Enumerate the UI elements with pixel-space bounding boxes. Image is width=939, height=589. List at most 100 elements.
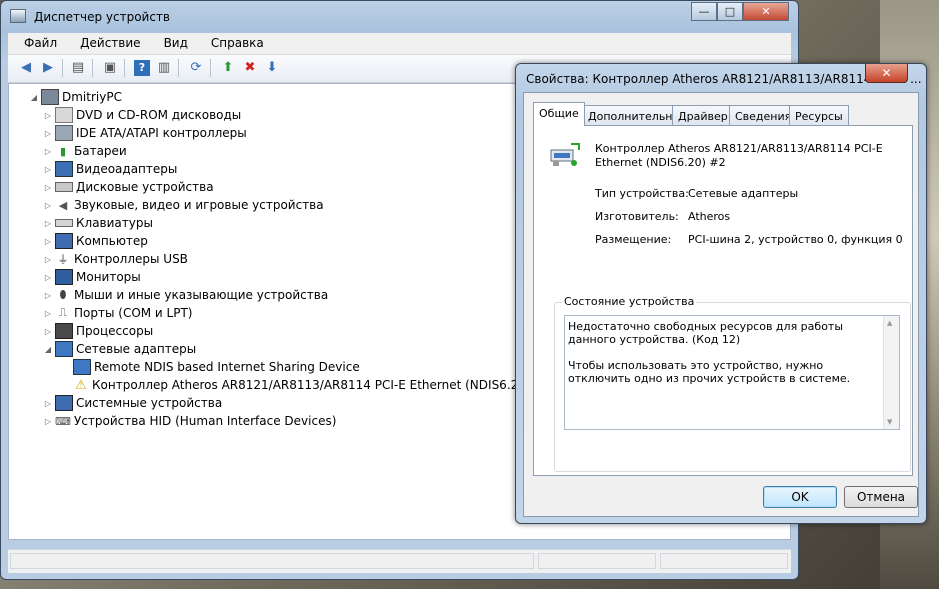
tree-item-disks[interactable]: ▷ Дисковые устройства: [43, 178, 214, 196]
tree-item-batteries[interactable]: ▷ ▮ Батареи: [43, 142, 127, 160]
tree-item-processors[interactable]: ▷ Процессоры: [43, 322, 153, 340]
expand-arrow-icon[interactable]: ▷: [43, 129, 53, 138]
computer-icon: [41, 89, 59, 105]
title-bar[interactable]: Диспетчер устройств — □ ✕: [1, 1, 798, 33]
tree-item-system[interactable]: ▷ Системные устройства: [43, 394, 222, 412]
tree-item-label: Видеоадаптеры: [76, 162, 178, 176]
tree-item-computer[interactable]: ▷ Компьютер: [43, 232, 148, 250]
expand-arrow-icon[interactable]: ▷: [43, 219, 53, 228]
tab-details[interactable]: Сведения: [729, 105, 798, 125]
scroll-down-icon[interactable]: ▼: [887, 418, 892, 426]
expand-arrow-icon[interactable]: ▷: [43, 273, 53, 282]
tree-item-mice[interactable]: ▷ ⬮ Мыши и иные указывающие устройства: [43, 286, 328, 304]
tree-item-video[interactable]: ▷ Видеоадаптеры: [43, 160, 177, 178]
device-status-textbox[interactable]: Недостаточно свободных ресурсов для рабо…: [564, 315, 900, 430]
expand-arrow-icon[interactable]: ▷: [43, 165, 53, 174]
expand-arrow-icon[interactable]: ▷: [43, 183, 53, 192]
expand-arrow-icon[interactable]: ▷: [43, 327, 53, 336]
scan-hardware-icon[interactable]: ⟳: [188, 60, 204, 76]
menu-view[interactable]: Вид: [148, 33, 195, 54]
expand-arrow-icon[interactable]: ▷: [43, 255, 53, 264]
expand-arrow-icon[interactable]: ▷: [43, 111, 53, 120]
collapse-arrow-icon[interactable]: ◢: [43, 345, 53, 354]
tree-item-hid[interactable]: ▷ ⌨ Устройства HID (Human Interface Devi…: [43, 412, 336, 430]
device-name: Контроллер Atheros AR8121/AR8113/AR8114 …: [595, 142, 883, 169]
tree-item-keyboards[interactable]: ▷ Клавиатуры: [43, 214, 153, 232]
disk-drive-icon: [55, 182, 73, 192]
tree-item-label: IDE ATA/ATAPI контроллеры: [76, 126, 247, 140]
tree-item-label: Клавиатуры: [76, 216, 153, 230]
monitor-icon: [55, 269, 73, 285]
tree-item-dvd[interactable]: ▷ DVD и CD-ROM дисководы: [43, 106, 241, 124]
expand-arrow-icon[interactable]: ▷: [43, 399, 53, 408]
tree-item-atheros[interactable]: ⚠ Контроллер Atheros AR8121/AR8113/AR811…: [71, 376, 552, 394]
status-bar: [8, 549, 791, 573]
device-type-value: Сетевые адаптеры: [688, 187, 799, 200]
minimize-button[interactable]: —: [691, 2, 717, 21]
status-scrollbar[interactable]: ▲ ▼: [883, 316, 899, 429]
menu-file[interactable]: Файл: [8, 33, 64, 54]
properties-icon[interactable]: ▣: [102, 60, 118, 76]
scroll-up-icon[interactable]: ▲: [887, 319, 892, 327]
location-label: Размещение:: [595, 233, 672, 246]
port-icon: ⎍: [59, 306, 67, 319]
tree-item-label: Системные устройства: [76, 396, 223, 410]
collapse-arrow-icon[interactable]: ◢: [29, 93, 39, 102]
expand-arrow-icon[interactable]: ▷: [43, 417, 53, 426]
tab-general[interactable]: Общие: [533, 102, 585, 126]
tab-driver[interactable]: Драйвер: [672, 105, 734, 125]
tab-advanced[interactable]: Дополнительно: [582, 105, 686, 125]
expand-arrow-icon[interactable]: ▷: [43, 237, 53, 246]
status-cell: [660, 553, 788, 569]
tree-item-usb[interactable]: ▷ ⏚ Контроллеры USB: [43, 250, 188, 268]
tab-resources[interactable]: Ресурсы: [789, 105, 849, 125]
maximize-button[interactable]: □: [717, 2, 743, 21]
speaker-icon: ◀: [58, 198, 68, 212]
hid-icon: ⌨: [55, 414, 71, 428]
network-adapter-icon: [73, 359, 91, 375]
cancel-button[interactable]: Отмена: [844, 486, 918, 508]
window-title: Диспетчер устройств: [34, 10, 171, 24]
toolbar-separator: [210, 59, 211, 77]
tree-item-label: Звуковые, видео и игровые устройства: [74, 198, 324, 212]
menu-bar: Файл Действие Вид Справка: [8, 33, 791, 55]
expand-arrow-icon[interactable]: ▷: [43, 147, 53, 156]
menu-help[interactable]: Справка: [195, 33, 271, 54]
tree-root[interactable]: ◢ DmitriyPC: [29, 88, 122, 106]
action-pane-icon[interactable]: ▥: [156, 60, 172, 76]
expand-arrow-icon[interactable]: ▷: [43, 309, 53, 318]
tree-item-label: Мыши и иные указывающие устройства: [74, 288, 329, 302]
mouse-icon: ⬮: [59, 288, 67, 301]
tree-item-label: Батареи: [74, 144, 127, 158]
expand-arrow-icon[interactable]: ▷: [43, 201, 53, 210]
back-arrow-icon[interactable]: ◀: [18, 60, 34, 76]
tree-item-network[interactable]: ◢ Сетевые адаптеры: [43, 340, 196, 358]
tree-item-rndis[interactable]: Remote NDIS based Internet Sharing Devic…: [71, 358, 360, 376]
tree-item-sound[interactable]: ▷ ◀ Звуковые, видео и игровые устройства: [43, 196, 324, 214]
close-button[interactable]: ✕: [743, 2, 789, 21]
dialog-body: Общие Дополнительно Драйвер Сведения Рес…: [523, 92, 919, 517]
tree-item-label: Процессоры: [76, 324, 154, 338]
ok-button[interactable]: OK: [763, 486, 837, 508]
update-driver-icon[interactable]: ⬆: [220, 60, 236, 76]
network-adapter-icon: [55, 341, 73, 357]
device-status-title: Состояние устройства: [562, 295, 697, 308]
tree-view-icon[interactable]: ▤: [70, 60, 86, 76]
tree-item-label: Сетевые адаптеры: [76, 342, 197, 356]
tree-item-ide[interactable]: ▷ IDE ATA/ATAPI контроллеры: [43, 124, 247, 142]
dialog-close-button[interactable]: ✕: [865, 64, 908, 83]
tree-item-ports[interactable]: ▷ ⎍ Порты (COM и LPT): [43, 304, 193, 322]
tree-item-monitors[interactable]: ▷ Мониторы: [43, 268, 141, 286]
expand-arrow-icon[interactable]: ▷: [43, 291, 53, 300]
ide-controller-icon: [55, 125, 73, 141]
tree-item-label: Мониторы: [76, 270, 141, 284]
device-status-text: Недостаточно свободных ресурсов для рабо…: [568, 320, 851, 385]
uninstall-icon[interactable]: ✖: [242, 60, 258, 76]
general-tab-panel: Контроллер Atheros AR8121/AR8113/AR8114 …: [533, 125, 913, 476]
menu-action[interactable]: Действие: [64, 33, 147, 54]
dialog-title: Свойства: Контроллер Atheros AR8121/AR81…: [526, 72, 922, 86]
disable-device-icon[interactable]: ⬇: [264, 60, 280, 76]
forward-arrow-icon[interactable]: ▶: [40, 60, 56, 76]
help-icon[interactable]: ?: [134, 60, 150, 76]
tree-item-label: Remote NDIS based Internet Sharing Devic…: [94, 360, 360, 374]
